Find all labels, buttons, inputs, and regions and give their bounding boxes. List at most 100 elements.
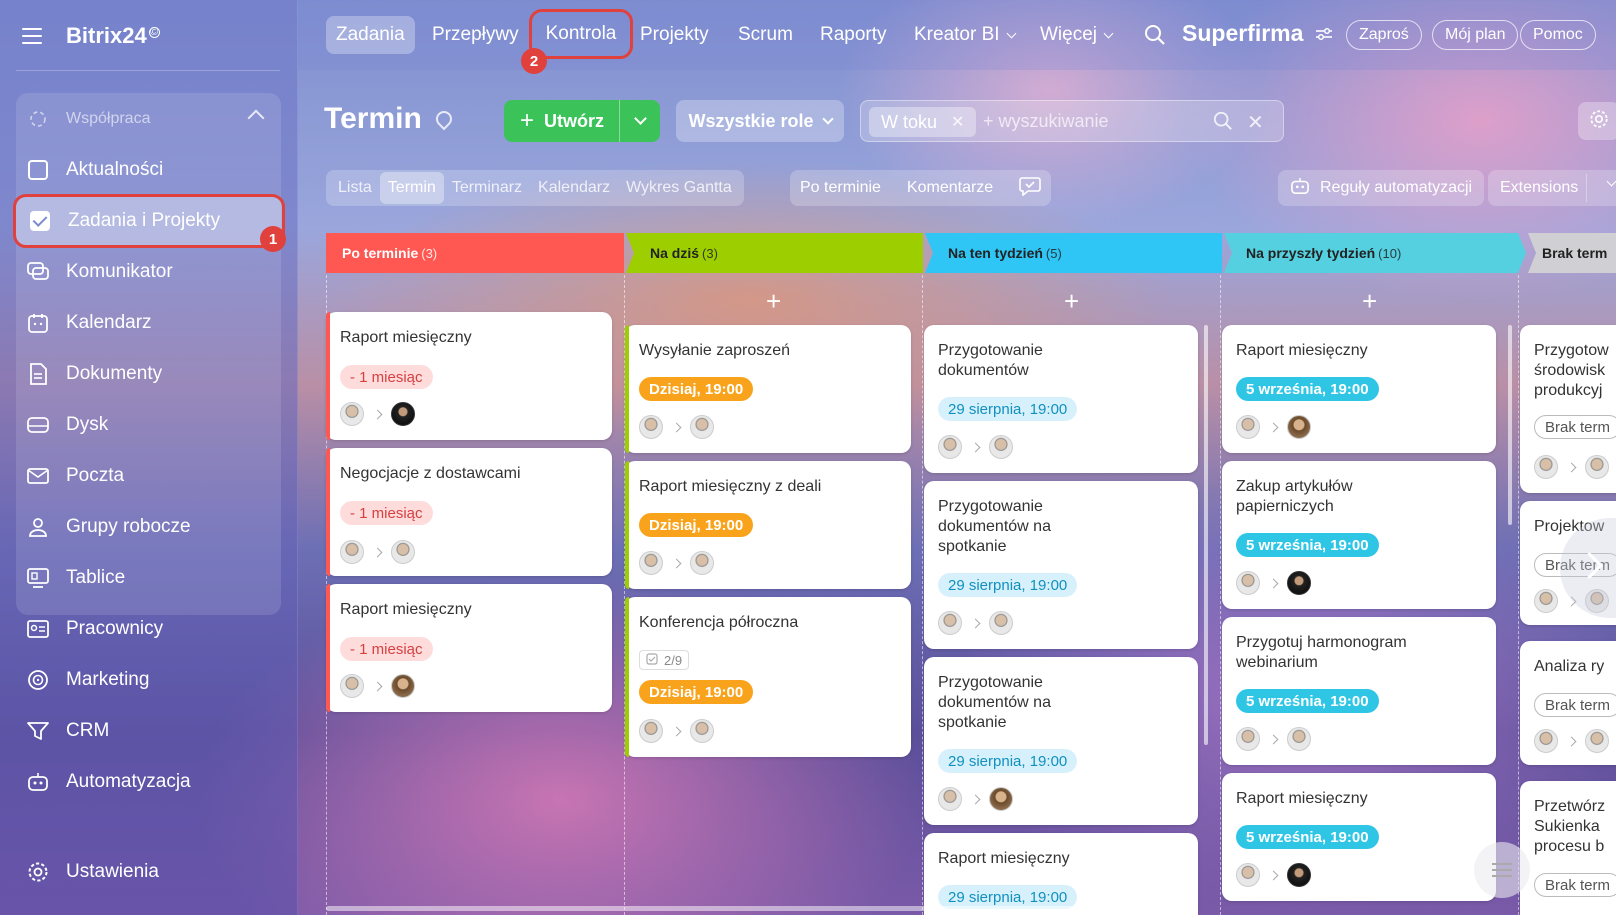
deadline-badge[interactable]: 29 sierpnia, 19:00 [938,749,1078,773]
creator-avatar[interactable] [1534,589,1558,613]
menu-hamburger-icon[interactable] [22,28,44,44]
create-button[interactable]: + Utwórz [504,100,660,142]
read-all-comments-icon[interactable] [1019,176,1041,201]
responsible-avatar[interactable] [1585,729,1609,753]
column-this-week-header[interactable]: Na ten tydzień (5) [932,233,1062,273]
deadline-badge[interactable]: - 1 miesiąc [340,501,433,525]
deadline-badge[interactable]: 29 sierpnia, 19:00 [938,573,1078,597]
filter-overdue[interactable]: Po terminie [800,179,881,197]
responsible-avatar[interactable] [391,540,415,564]
nav-tab-projects[interactable]: Projekty [630,16,719,54]
task-title[interactable]: Zakup artykułów papierniczych [1236,477,1396,517]
responsible-avatar[interactable] [1287,571,1311,595]
creator-avatar[interactable] [340,674,364,698]
search-icon[interactable] [1144,24,1166,51]
task-card[interactable]: Raport miesięczny 29 sierpnia, 19:00 [924,833,1198,915]
task-card[interactable]: Konferencja półroczna 2/9 Dzisiaj, 19:00 [625,597,911,757]
responsible-avatar[interactable] [391,674,415,698]
task-title[interactable]: Raport miesięczny [938,849,1186,869]
responsible-avatar[interactable] [690,415,714,439]
creator-avatar[interactable] [340,402,364,426]
help-button[interactable]: Pomoc [1520,20,1596,50]
creator-avatar[interactable] [1236,571,1260,595]
filter-chip-in-progress[interactable]: W toku ✕ [869,107,977,137]
task-title[interactable]: Przygotowanie dokumentów [938,341,1078,381]
creator-avatar[interactable] [938,435,962,459]
deadline-badge[interactable]: - 1 miesiąc [340,365,433,389]
automation-rules-button[interactable]: Reguły automatyzacji [1278,170,1485,206]
task-title[interactable]: Konferencja półroczna [639,613,899,633]
deadline-badge[interactable]: 5 września, 19:00 [1236,825,1379,849]
deadline-badge[interactable]: Dzisiaj, 19:00 [639,680,754,704]
task-title[interactable]: Raport miesięczny [340,600,600,620]
task-card[interactable]: Raport miesięczny 5 września, 19:00 [1222,325,1496,453]
deadline-badge[interactable]: 5 września, 19:00 [1236,533,1379,557]
filter-search-box[interactable]: W toku ✕ + wyszukiwanie ✕ [860,100,1284,142]
column-overdue-header[interactable]: Po terminie (3) [326,233,437,273]
creator-avatar[interactable] [1236,727,1260,751]
deadline-badge[interactable]: Brak term [1534,873,1616,897]
creator-avatar[interactable] [1534,729,1558,753]
responsible-avatar[interactable] [1585,455,1609,479]
tab-gantt[interactable]: Wykres Gantta [618,172,740,204]
search-icon[interactable] [1213,111,1233,136]
responsible-avatar[interactable] [989,787,1013,811]
task-title[interactable]: Przygotuj harmonogram webinarium [1236,633,1456,673]
deadline-badge[interactable]: 5 września, 19:00 [1236,689,1379,713]
creator-avatar[interactable] [639,719,663,743]
company-name[interactable]: Superfirma [1182,20,1333,47]
responsible-avatar[interactable] [1287,727,1311,751]
responsible-avatar[interactable] [690,551,714,575]
creator-avatar[interactable] [938,787,962,811]
sidebar-item-crm[interactable]: CRM [26,711,276,751]
filter-comments[interactable]: Komentarze [907,179,993,197]
deadline-badge[interactable]: 5 września, 19:00 [1236,377,1379,401]
deadline-badge[interactable]: Dzisiaj, 19:00 [639,377,754,401]
sidebar-item-employees[interactable]: Pracownicy [26,609,276,649]
task-card[interactable]: Analiza ry Brak term [1520,641,1616,765]
nav-tab-bi-builder[interactable]: Kreator BI [904,16,1025,54]
sidebar-item-mail[interactable]: Poczta [26,456,276,496]
task-title[interactable]: Przygotow środowisk produkcyj [1534,341,1614,401]
my-plan-button[interactable]: Mój plan [1432,20,1519,50]
nav-tab-flows[interactable]: Przepływy [422,16,529,54]
task-card[interactable]: Przetwórz Sukienka procesu b Brak term [1520,781,1616,915]
sidebar-item-tasks-projects[interactable]: Zadania i Projekty [13,194,285,248]
checklist-counter[interactable]: 2/9 [639,650,690,670]
chip-remove-icon[interactable]: ✕ [951,112,964,132]
add-task-plus-icon[interactable]: + [1362,286,1377,317]
add-task-plus-icon[interactable]: + [1064,286,1079,317]
creator-avatar[interactable] [340,540,364,564]
task-card[interactable]: Przygotowanie dokumentów na spotkanie 29… [924,657,1198,825]
task-title[interactable]: Przetwórz Sukienka procesu b [1534,797,1614,857]
task-card[interactable]: Przygotowanie dokumentów 29 sierpnia, 19… [924,325,1198,473]
task-card[interactable]: Negocjacje z dostawcami - 1 miesiąc [326,448,612,576]
task-title[interactable]: Wysyłanie zaproszeń [639,341,899,361]
task-card[interactable]: Przygotowanie dokumentów na spotkanie 29… [924,481,1198,649]
tab-deadline[interactable]: Termin [379,172,444,204]
nav-tab-scrum[interactable]: Scrum [728,16,803,54]
tab-calendar[interactable]: Kalendarz [530,172,618,204]
sidebar-item-calendar[interactable]: Kalendarz [26,303,276,343]
extensions-button[interactable]: Extensions [1488,170,1616,206]
nav-tab-tasks[interactable]: Zadania [326,16,415,54]
chevron-up-icon[interactable] [247,109,265,127]
responsible-avatar[interactable] [989,611,1013,635]
company-settings-icon[interactable] [1315,26,1333,42]
creator-avatar[interactable] [639,551,663,575]
nav-tab-more[interactable]: Więcej [1030,16,1122,54]
create-dropdown-toggle[interactable] [620,112,660,125]
task-card[interactable]: Raport miesięczny z deali Dzisiaj, 19:00 [625,461,911,589]
sidebar-item-workgroups[interactable]: Grupy robocze [26,507,276,547]
sidebar-item-settings[interactable]: Ustawienia [26,852,276,892]
column-scrollbar[interactable] [1204,325,1208,745]
responsible-avatar[interactable] [1287,863,1311,887]
bitrix24-logo[interactable]: Bitrix24 © [66,23,160,49]
task-title[interactable]: Analiza ry [1534,657,1616,677]
task-card[interactable]: Przygotuj harmonogram webinarium 5 wrześ… [1222,617,1496,765]
responsible-avatar[interactable] [989,435,1013,459]
column-next-week-header[interactable]: Na przyszły tydzień (10) [1230,233,1401,273]
task-title[interactable]: Raport miesięczny z deali [639,477,899,497]
board-horizontal-scrollbar[interactable] [326,906,1126,911]
task-title[interactable]: Raport miesięczny [1236,789,1484,809]
